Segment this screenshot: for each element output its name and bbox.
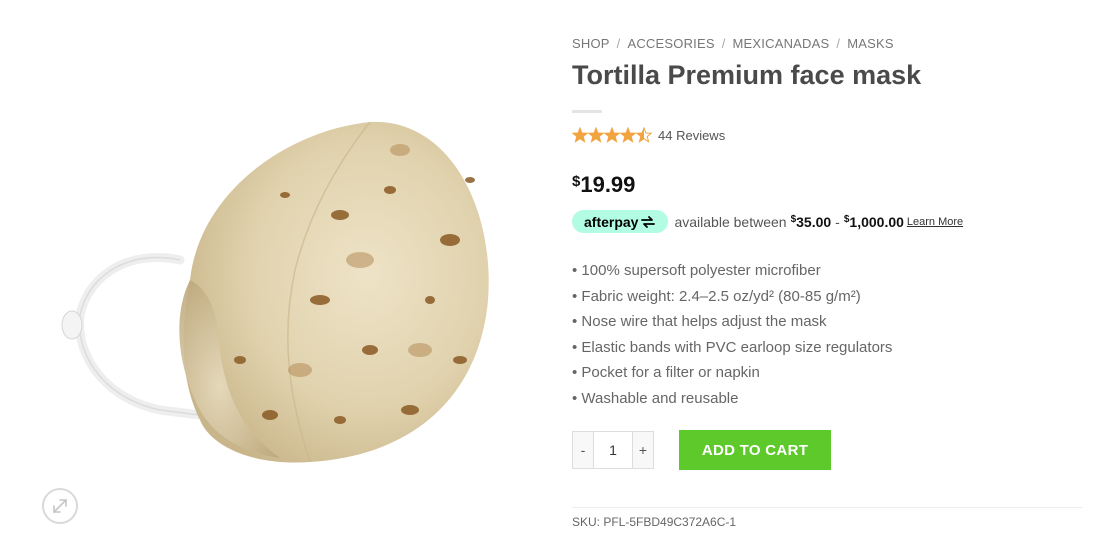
star-icon: [636, 127, 652, 143]
star-rating: [572, 127, 652, 143]
star-icon: [572, 127, 588, 143]
meta-divider: [572, 507, 1082, 508]
afterpay-max-amount: 1,000.00: [849, 213, 904, 230]
price-currency: $: [572, 173, 581, 190]
feature-list: • 100% supersoft polyester microfiber • …: [572, 258, 892, 412]
product-title: Tortilla Premium face mask: [572, 60, 922, 90]
quantity-input[interactable]: 1: [594, 431, 632, 469]
reviews-link[interactable]: 44 Reviews: [658, 128, 725, 143]
afterpay-text: available between: [674, 213, 787, 230]
zoom-button[interactable]: [42, 488, 78, 524]
afterpay-min-amount: 35.00: [796, 213, 832, 230]
star-icon: [588, 127, 604, 143]
feature-item: • 100% supersoft polyester microfiber: [572, 262, 821, 279]
quantity-plus-button[interactable]: +: [632, 431, 654, 469]
star-icon: [620, 127, 636, 143]
afterpay-dash: -: [835, 213, 840, 230]
price-amount: 19.99: [580, 172, 636, 197]
afterpay-max: $1,000.00: [844, 214, 904, 230]
feature-item: • Fabric weight: 2.4–2.5 oz/yd² (80-85 g…: [572, 287, 861, 305]
add-to-cart-button[interactable]: ADD TO CART: [679, 430, 831, 470]
product-gallery: [0, 0, 548, 533]
breadcrumb-separator: /: [616, 36, 621, 51]
afterpay-logo-text: afterpay: [584, 213, 639, 230]
feature-item: • Washable and reusable: [572, 389, 739, 407]
breadcrumb-shop[interactable]: SHOP: [572, 36, 610, 51]
quantity-stepper: - 1 +: [572, 431, 654, 469]
feature-item: • Pocket for a filter or napkin: [572, 364, 760, 382]
breadcrumb-mexicanadas[interactable]: MEXICANADAS: [733, 36, 830, 51]
product-rating[interactable]: 44 Reviews: [572, 127, 725, 143]
afterpay-arrows-icon: [641, 215, 656, 228]
breadcrumb-separator: /: [836, 36, 841, 51]
feature-item: • Elastic bands with PVC earloop size re…: [572, 338, 893, 356]
product-sku: SKU: PFL-5FBD49C372A6C-1: [572, 515, 737, 529]
afterpay-info: afterpay available between $35.00 - $1,0…: [572, 210, 963, 233]
title-divider: [572, 110, 602, 113]
breadcrumb-masks[interactable]: MASKS: [847, 36, 894, 51]
product-image-tortilla-mask[interactable]: [40, 100, 510, 470]
quantity-minus-button[interactable]: -: [572, 431, 594, 469]
breadcrumb-accesories[interactable]: ACCESORIES: [627, 36, 714, 51]
breadcrumb: SHOP / ACCESORIES / MEXICANADAS / MASKS: [572, 36, 894, 51]
afterpay-logo: afterpay: [572, 210, 669, 233]
product-price: $19.99: [572, 172, 635, 198]
star-icon: [604, 127, 620, 143]
learn-more-link[interactable]: Learn More: [907, 216, 963, 228]
expand-arrows-icon: [53, 499, 67, 513]
afterpay-min: $35.00: [791, 214, 832, 230]
breadcrumb-separator: /: [721, 36, 726, 51]
feature-item: • Nose wire that helps adjust the mask: [572, 313, 827, 331]
